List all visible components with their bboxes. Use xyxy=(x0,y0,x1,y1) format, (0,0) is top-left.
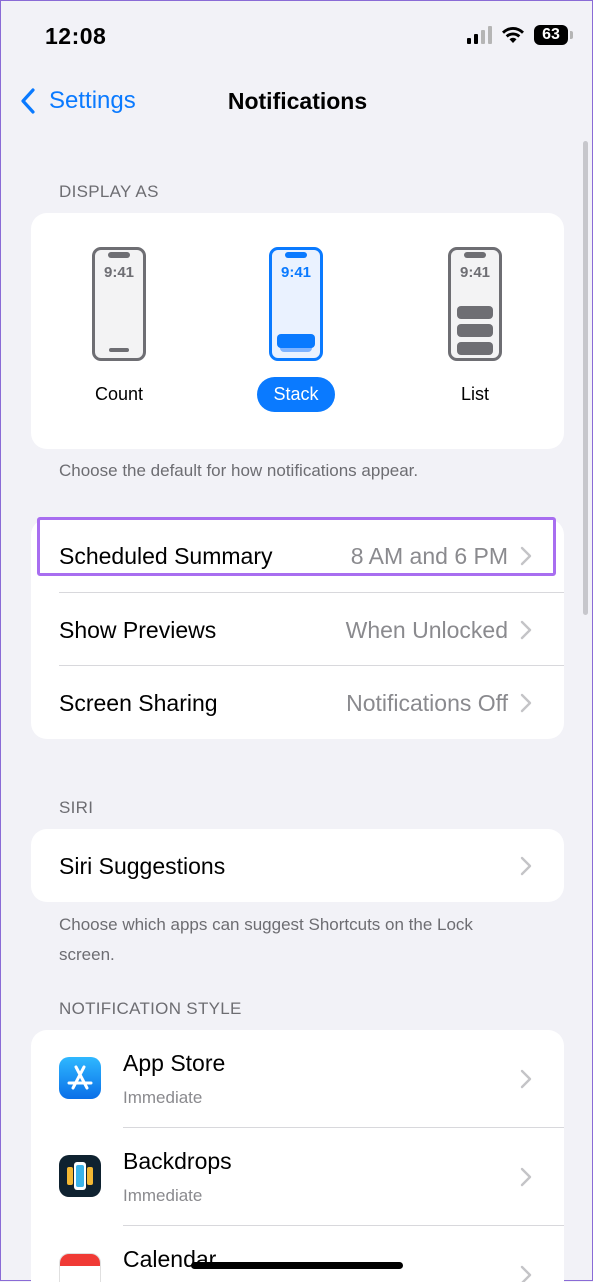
chevron-right-icon xyxy=(520,856,532,876)
app-delivery: Immediate xyxy=(123,1088,203,1107)
chevron-right-icon xyxy=(520,1167,532,1187)
row-label: Screen Sharing xyxy=(59,690,218,716)
siri-footnote: Choose which apps can suggest Shortcuts … xyxy=(59,915,473,964)
app-name: Backdrops xyxy=(123,1148,232,1174)
show-previews-row[interactable]: Show Previews When Unlocked xyxy=(31,593,564,666)
screen-sharing-row[interactable]: Screen Sharing Notifications Off xyxy=(31,666,564,739)
chevron-right-icon xyxy=(520,1265,532,1282)
notification-style-card: App Store Immediate Backdrops Immediate … xyxy=(31,1030,564,1282)
app-row-backdrops[interactable]: Backdrops Immediate xyxy=(31,1128,564,1226)
battery-icon: 63 xyxy=(534,25,573,45)
chevron-right-icon xyxy=(520,1069,532,1089)
display-as-card: 9:41 Count 9:41 Stack 9:41 List xyxy=(31,213,564,449)
row-label: Siri Suggestions xyxy=(59,853,226,879)
siri-suggestions-row[interactable]: Siri Suggestions xyxy=(31,829,564,902)
calendar-icon xyxy=(59,1253,101,1282)
wifi-icon xyxy=(502,27,524,43)
siri-header: SIRI xyxy=(59,798,94,817)
list-phone-icon: 9:41 xyxy=(448,247,502,361)
chevron-right-icon xyxy=(520,620,532,640)
row-value: Notifications Off xyxy=(346,690,508,716)
home-indicator[interactable] xyxy=(191,1262,403,1269)
app-row-calendar[interactable]: Calendar xyxy=(31,1226,564,1282)
backdrops-icon xyxy=(59,1155,101,1197)
app-row-app-store[interactable]: App Store Immediate xyxy=(31,1030,564,1128)
row-value: When Unlocked xyxy=(345,617,508,643)
display-as-header: DISPLAY AS xyxy=(59,182,159,201)
display-option-count[interactable]: 9:41 Count xyxy=(59,247,179,412)
display-option-list[interactable]: 9:41 List xyxy=(415,247,535,412)
siri-card: Siri Suggestions xyxy=(31,829,564,902)
status-time: 12:08 xyxy=(45,23,107,49)
status-icons: 63 xyxy=(467,25,573,45)
display-option-label: Stack xyxy=(257,377,335,412)
app-store-icon xyxy=(59,1057,101,1099)
chevron-right-icon xyxy=(520,693,532,713)
display-option-label: Count xyxy=(94,384,144,404)
row-label: Show Previews xyxy=(59,617,217,643)
stack-phone-icon: 9:41 xyxy=(269,247,323,361)
highlight-box xyxy=(37,517,556,576)
cellular-signal-icon xyxy=(467,26,492,44)
notification-style-header: NOTIFICATION STYLE xyxy=(59,999,242,1018)
page-title: Notifications xyxy=(227,88,368,114)
count-phone-icon: 9:41 xyxy=(92,247,146,361)
display-option-stack[interactable]: 9:41 Stack xyxy=(236,247,356,412)
display-as-footnote: Choose the default for how notifications… xyxy=(59,461,419,480)
scrollbar-thumb[interactable] xyxy=(583,141,588,615)
app-name: App Store xyxy=(123,1050,226,1076)
app-delivery: Immediate xyxy=(123,1186,203,1205)
display-option-label: List xyxy=(460,384,489,404)
